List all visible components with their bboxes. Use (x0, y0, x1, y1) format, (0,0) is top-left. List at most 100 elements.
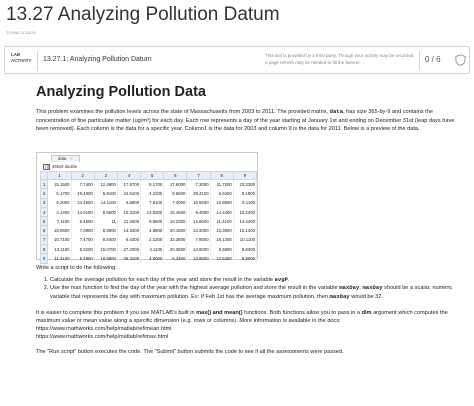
table-cell: 21.2500 (117, 216, 142, 226)
table-cell: 12.6600 (186, 216, 211, 226)
problem-description: Analyzing Pollution Data This problem ex… (36, 84, 456, 134)
lab-tag-line2: ACTIVITY (11, 58, 32, 63)
table-cell: 7.3000 (186, 179, 211, 189)
divider (419, 51, 420, 70)
table-cell: 4.8800 (140, 225, 165, 236)
table-cell: 15.2300 (233, 207, 258, 217)
table-cell: 11.4100 (210, 216, 234, 226)
table-cell: 5.8000 (233, 253, 258, 264)
table-cell: 9.8600 (140, 216, 165, 226)
lab-activity-bar: LAB ACTIVITY 13.27.1: Analyzing Pollutio… (4, 46, 470, 74)
table-cell: 14.4400 (210, 207, 234, 217)
table-cell: 15.9400 (186, 198, 211, 208)
table-cell: 14.4400 (233, 216, 258, 226)
table-row: 1 15.1500 7.7400 12.4800 17.9700 8.1700 17.600… (39, 178, 258, 190)
table-corner (39, 171, 49, 180)
column-header: 2 (70, 171, 95, 180)
table-row: 5 7.1100 6.4500 11 21.2500 9.8600 13.2300 12.66… (39, 216, 258, 227)
row-header: 1 (39, 178, 49, 190)
table-cell: 8.8400 (94, 235, 118, 245)
shield-icon (455, 54, 466, 66)
row-header: 7 (39, 234, 49, 246)
table-cell: 14.0100 (71, 207, 95, 217)
row-header: 6 (39, 225, 49, 236)
table-cell: 16.6900 (94, 253, 118, 264)
table-cell: 4.2200 (140, 188, 165, 199)
table-cell: 6.4300 (117, 235, 142, 245)
table-cell: 18.0600 (47, 225, 72, 236)
column-header: 1 (47, 171, 72, 180)
table-cell: 13.9600 (186, 253, 211, 264)
table-row: 6 18.0600 7.0800 8.9900 14.3400 4.8800 20.1800… (39, 225, 258, 236)
data-table: 123456789 1 15.1500 7.7400 12.4800 17.9700 8.… (39, 171, 258, 264)
table-cell: 10.1100 (233, 235, 258, 245)
row-header: 4 (39, 206, 49, 218)
row-header: 8 (39, 244, 49, 255)
table-cell: 10.1400 (233, 225, 258, 236)
max-docs-link[interactable]: https://www.mathworks.com/help/matlab/re… (36, 333, 456, 341)
table-row: 7 10.7100 7.4700 8.8400 6.4300 2.2200 33.3800 7… (39, 234, 258, 246)
variable-size: 365x9 double (43, 164, 77, 170)
table-cell: 6.9100 (94, 188, 118, 199)
table-cell: 4.8000 (140, 253, 165, 264)
table-cell: 13.8000 (186, 244, 211, 254)
table-cell: 7.6500 (186, 235, 211, 245)
score-counter: 0 / 6 (425, 55, 441, 64)
table-cell: 5.4400 (163, 253, 188, 264)
table-cell: 9.1800 (233, 188, 258, 199)
table-cell: 2.2200 (140, 235, 165, 245)
third-party-note: This tool is provided by a third party. … (265, 53, 415, 65)
instructions: Write a script to do the following: Calc… (36, 264, 456, 356)
table-cell: 27.2000 (117, 244, 142, 254)
table-cell: 15.1500 (47, 179, 72, 189)
data-preview-panel: data × 365x9 double 123456789 1 15.1500 7.7… (36, 152, 258, 264)
problem-heading: Analyzing Pollution Data (36, 84, 206, 100)
table-cell: 20.1800 (163, 225, 188, 236)
instruction-step-1: Calculate the average pollution for each… (50, 276, 456, 284)
table-cell: 14.3400 (117, 225, 142, 236)
table-row: 8 13.1100 5.3200 15.0700 27.2000 4.1100 20.360… (39, 244, 258, 255)
table-cell: 33.3800 (163, 235, 188, 245)
column-header: 8 (209, 171, 234, 180)
table-cell: 13.2300 (163, 216, 188, 226)
table-cell: 10.7100 (47, 235, 72, 245)
table-cell: 11.7200 (210, 179, 234, 189)
intro-paragraph: This problem examines the pollution leve… (36, 108, 455, 133)
table-cell: 6.2000 (47, 198, 72, 208)
hint-paragraph: It is easier to complete this problem if… (36, 309, 448, 325)
table-cell: 5.3200 (71, 244, 95, 254)
table-cell: 12.6400 (210, 253, 234, 264)
table-cell: 7.6100 (140, 198, 165, 208)
table-cell: 7.4700 (71, 235, 95, 245)
activity-name: 13.27.1: Analyzing Pollution Datum (43, 56, 152, 63)
table-cell: 5.4900 (71, 253, 95, 264)
row-header: 9 (39, 253, 49, 264)
table-cell: 8.6600 (163, 188, 188, 199)
mean-docs-link[interactable]: https://www.mathworks.com/help/matlab/re… (36, 325, 456, 333)
table-cell: 7.7400 (71, 179, 95, 189)
close-icon[interactable]: × (70, 156, 72, 161)
instruction-step-2: Use the max function to find the day of … (50, 284, 456, 300)
column-header: 3 (93, 171, 118, 180)
table-cell: 8.6600 (94, 207, 118, 217)
table-cell: 4.1400 (47, 207, 72, 217)
table-cell: 19.4900 (71, 188, 95, 199)
page-subtitle: 219958.1133034 (6, 30, 36, 35)
zybook-page: 13.27 Analyzing Pollution Datum 219958.1… (0, 0, 474, 406)
row-header: 2 (39, 188, 49, 199)
table-cell: 11.4100 (47, 253, 72, 264)
table-cell: 10.3100 (117, 207, 142, 217)
column-header: 6 (163, 171, 188, 180)
variable-tab[interactable]: data × (51, 155, 80, 162)
column-header: 9 (232, 171, 258, 180)
table-cell: 15.3900 (210, 225, 234, 236)
column-header: 4 (116, 171, 142, 180)
table-cell: 17.6000 (163, 179, 188, 189)
table-cell: 6.4500 (71, 216, 95, 226)
table-cell: 24.4500 (71, 198, 95, 208)
table-cell: 6.5200 (210, 188, 234, 199)
table-row: 3 6.2000 24.4500 14.1100 6.6800 7.6100 7.3000 1… (39, 197, 258, 208)
table-cell: 13.8300 (140, 207, 165, 217)
row-header: 5 (39, 216, 49, 227)
table-cell: 7.0800 (71, 225, 95, 236)
